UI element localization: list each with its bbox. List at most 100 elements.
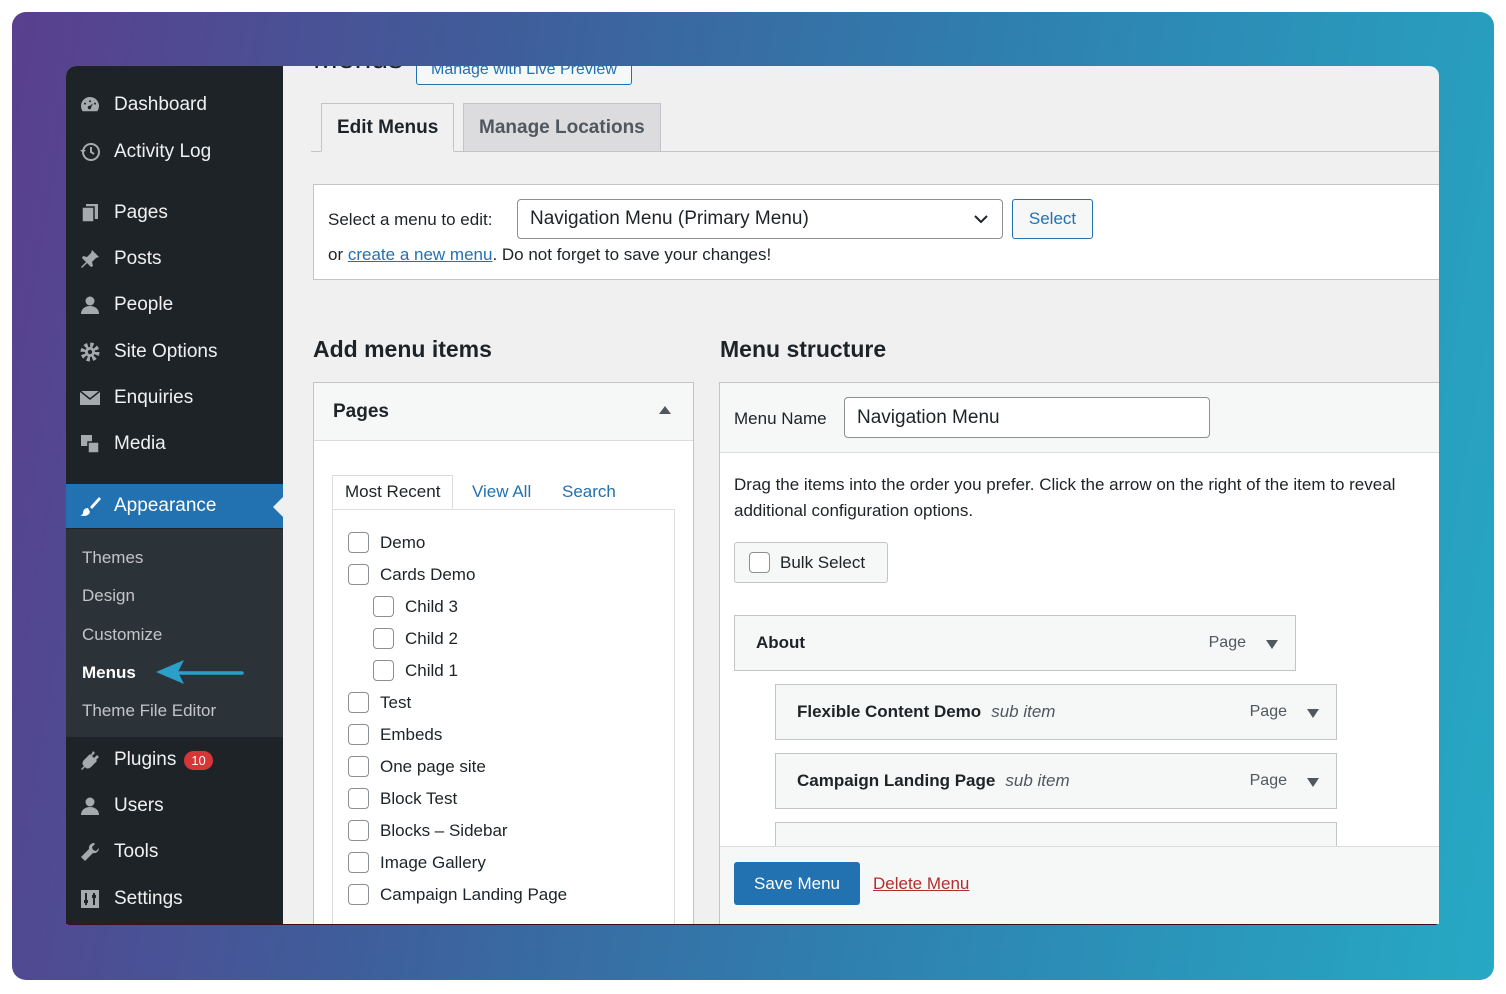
list-item[interactable]: Cards Demo bbox=[348, 564, 475, 585]
add-menu-items-title: Add menu items bbox=[313, 336, 492, 362]
sidebar-item-plugins[interactable]: Plugins 10 bbox=[66, 738, 283, 782]
list-item[interactable]: One page site bbox=[348, 756, 486, 777]
menu-select-dropdown[interactable]: Navigation Menu (Primary Menu) bbox=[517, 199, 1003, 239]
page-label: Embeds bbox=[380, 724, 443, 744]
sidebar-label: Appearance bbox=[114, 495, 217, 516]
envelope-icon bbox=[78, 386, 102, 410]
sidebar-label: Activity Log bbox=[114, 141, 212, 162]
sidebar-label: Dashboard bbox=[114, 94, 207, 115]
sidebar-item-site-options[interactable]: Site Options bbox=[66, 330, 283, 374]
list-item[interactable]: Campaign Landing Page bbox=[348, 884, 567, 905]
sidebar-item-people[interactable]: People bbox=[66, 283, 283, 327]
sidebar-item-users[interactable]: Users bbox=[66, 784, 283, 828]
page-label: Child 3 bbox=[405, 596, 458, 616]
delete-menu-link[interactable]: Delete Menu bbox=[873, 874, 969, 894]
gear-icon bbox=[78, 340, 102, 364]
sidebar-item-appearance[interactable]: Appearance bbox=[66, 484, 283, 528]
menu-item-title: About bbox=[756, 633, 806, 652]
checkbox[interactable] bbox=[373, 628, 394, 649]
page-label: Test bbox=[380, 692, 412, 712]
menu-item-title: Flexible Content Demo bbox=[797, 702, 982, 721]
expand-arrow-icon[interactable] bbox=[1266, 640, 1278, 649]
sidebar-item-settings[interactable]: Settings bbox=[66, 877, 283, 921]
sidebar-label: Pages bbox=[114, 202, 168, 223]
checkbox[interactable] bbox=[348, 532, 369, 553]
tab-manage-locations[interactable]: Manage Locations bbox=[463, 103, 661, 152]
bulk-select-button[interactable]: Bulk Select bbox=[734, 542, 888, 583]
tab-view-all[interactable]: View All bbox=[460, 475, 543, 509]
sidebar-item-media[interactable]: Media bbox=[66, 422, 283, 466]
submenu-themes[interactable]: Themes bbox=[82, 548, 143, 568]
pages-icon bbox=[78, 201, 102, 225]
list-item[interactable]: Image Gallery bbox=[348, 852, 486, 873]
checkbox[interactable] bbox=[348, 788, 369, 809]
page-label: Child 2 bbox=[405, 628, 458, 648]
users-icon bbox=[78, 794, 102, 818]
list-item[interactable]: Blocks – Sidebar bbox=[348, 820, 508, 841]
checkbox[interactable] bbox=[348, 564, 369, 585]
submenu-menus[interactable]: Menus bbox=[82, 663, 136, 683]
sidebar-item-activity-log[interactable]: Activity Log bbox=[66, 130, 283, 174]
expand-arrow-icon[interactable] bbox=[1307, 709, 1319, 718]
tab-most-recent[interactable]: Most Recent bbox=[332, 475, 454, 509]
sidebar-label: Enquiries bbox=[114, 387, 194, 408]
sidebar-item-enquiries[interactable]: Enquiries bbox=[66, 376, 283, 420]
pages-accordion-header[interactable]: Pages bbox=[314, 383, 693, 441]
checkbox[interactable] bbox=[348, 724, 369, 745]
checkbox[interactable] bbox=[749, 552, 770, 573]
page-title: Menus bbox=[313, 66, 403, 76]
menu-item-flexible-content-demo[interactable]: Flexible Content Demo sub item Page bbox=[775, 684, 1337, 740]
page-label: Cards Demo bbox=[380, 564, 476, 584]
list-item[interactable]: Child 2 bbox=[373, 628, 458, 649]
menu-item-title: Campaign Landing Page bbox=[797, 771, 996, 790]
sidebar-item-pages[interactable]: Pages bbox=[66, 191, 283, 235]
submenu-customize[interactable]: Customize bbox=[82, 625, 162, 645]
checkbox[interactable] bbox=[348, 756, 369, 777]
submenu-theme-file-editor[interactable]: Theme File Editor bbox=[82, 701, 216, 721]
checkbox[interactable] bbox=[348, 852, 369, 873]
menu-item-type: Page bbox=[1249, 772, 1287, 789]
tab-edit-menus[interactable]: Edit Menus bbox=[321, 103, 455, 152]
or-text: or bbox=[328, 245, 348, 264]
page-label: One page site bbox=[380, 756, 486, 776]
menu-item-campaign-landing-page[interactable]: Campaign Landing Page sub item Page bbox=[775, 753, 1337, 809]
submenu-design[interactable]: Design bbox=[82, 586, 135, 606]
checkbox[interactable] bbox=[373, 660, 394, 681]
checkbox[interactable] bbox=[348, 820, 369, 841]
menu-name-input[interactable]: Navigation Menu bbox=[844, 397, 1210, 438]
menu-item-about[interactable]: About Page bbox=[734, 615, 1296, 671]
list-item[interactable]: Embeds bbox=[348, 724, 442, 745]
list-item[interactable]: Block Test bbox=[348, 788, 457, 809]
menu-item-type: Page bbox=[1208, 634, 1246, 651]
select-button[interactable]: Select bbox=[1012, 199, 1093, 239]
pin-icon bbox=[78, 247, 102, 271]
checkbox[interactable] bbox=[348, 884, 369, 905]
live-preview-button[interactable]: Manage with Live Preview bbox=[416, 66, 632, 85]
menu-name-label: Menu Name bbox=[734, 409, 827, 428]
checkbox[interactable] bbox=[373, 596, 394, 617]
page-label: Child 1 bbox=[405, 660, 458, 680]
list-item[interactable]: Demo bbox=[348, 532, 425, 553]
sidebar-item-tools[interactable]: Tools bbox=[66, 830, 283, 874]
save-menu-button[interactable]: Save Menu bbox=[734, 862, 860, 905]
active-notch bbox=[273, 497, 283, 517]
list-item[interactable]: Child 1 bbox=[373, 660, 458, 681]
dashboard-icon bbox=[78, 93, 102, 117]
drag-instructions: Drag the items into the order you prefer… bbox=[734, 472, 1439, 524]
expand-arrow-icon[interactable] bbox=[1307, 778, 1319, 787]
checkbox[interactable] bbox=[348, 692, 369, 713]
admin-window: Dashboard Activity Log Pages Posts Peopl… bbox=[66, 66, 1439, 924]
create-new-menu-link[interactable]: create a new menu bbox=[348, 245, 493, 264]
sidebar-item-posts[interactable]: Posts bbox=[66, 237, 283, 281]
page-label: Demo bbox=[380, 532, 426, 552]
pages-checklist: Demo Cards Demo Child 3 Child 2 Child 1 … bbox=[332, 509, 675, 924]
list-item[interactable]: Test bbox=[348, 692, 411, 713]
list-item[interactable]: Child 3 bbox=[373, 596, 458, 617]
page-label: Image Gallery bbox=[380, 852, 486, 872]
sidebar-label: Posts bbox=[114, 248, 162, 269]
appearance-submenu: Themes Design Customize Menus Theme File… bbox=[66, 529, 283, 737]
update-count-badge: 10 bbox=[184, 750, 213, 770]
menu-structure-panel: Menu Name Navigation Menu Drag the items… bbox=[719, 382, 1439, 924]
tab-search[interactable]: Search bbox=[550, 475, 628, 509]
sidebar-item-dashboard[interactable]: Dashboard bbox=[66, 83, 283, 127]
